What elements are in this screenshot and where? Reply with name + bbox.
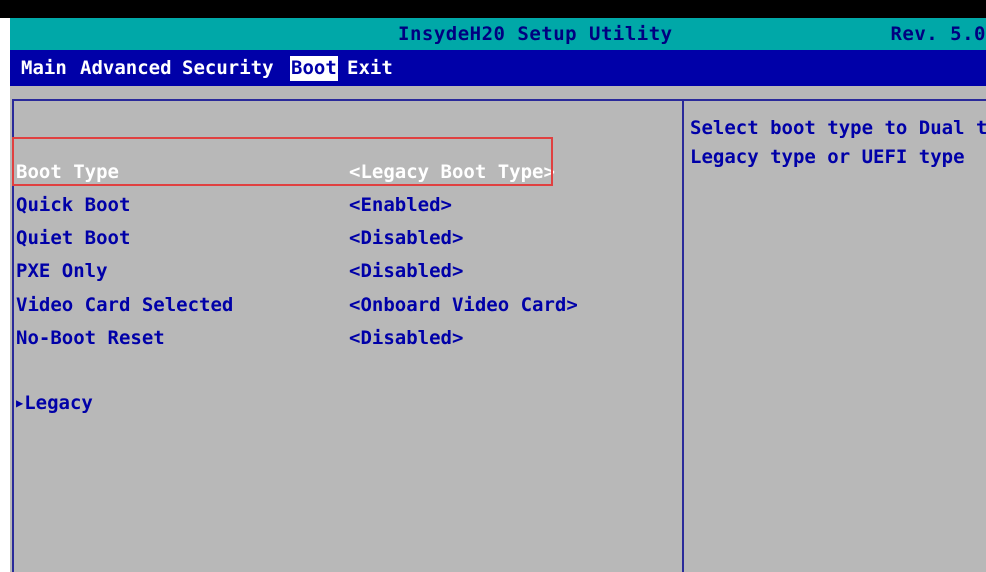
setting-video-card-selected[interactable]: Video Card Selected <Onboard Video Card> <box>16 290 676 320</box>
setting-label: PXE Only <box>16 260 108 282</box>
frame-left-border <box>12 99 14 572</box>
screen-top-border <box>0 0 986 18</box>
menu-main[interactable]: Main <box>20 57 68 79</box>
setting-no-boot-reset[interactable]: No-Boot Reset <Disabled> <box>16 323 676 353</box>
setting-value[interactable]: <Legacy Boot Type> <box>349 161 555 183</box>
help-text-line: Legacy type or UEFI type <box>690 146 965 168</box>
submenu-legacy[interactable]: ▶Legacy <box>16 392 93 422</box>
setting-label: Quick Boot <box>16 194 131 216</box>
setting-label: Quiet Boot <box>16 227 131 249</box>
setting-label: No-Boot Reset <box>16 327 165 349</box>
frame-top-border <box>12 99 986 101</box>
setting-boot-type[interactable]: Boot Type <Legacy Boot Type> <box>16 157 676 187</box>
menu-boot[interactable]: Boot <box>290 56 338 81</box>
boot-settings-panel: Boot Type <Legacy Boot Type> Quick Boot … <box>10 86 986 572</box>
title-bar: InsydeH20 Setup Utility Rev. 5.0 <box>10 18 986 50</box>
setting-label: Video Card Selected <box>16 294 234 316</box>
help-panel: Select boot type to Dual type, Legacy ty… <box>690 114 986 172</box>
setting-quiet-boot[interactable]: Quiet Boot <Disabled> <box>16 223 676 253</box>
menu-exit[interactable]: Exit <box>346 57 394 79</box>
setting-value[interactable]: <Disabled> <box>349 327 463 349</box>
setting-quick-boot[interactable]: Quick Boot <Enabled> <box>16 190 676 220</box>
setting-value[interactable]: <Enabled> <box>349 194 452 216</box>
submenu-arrow-icon: ▶ <box>16 396 24 410</box>
app-title: InsydeH20 Setup Utility <box>398 23 673 45</box>
setting-value[interactable]: <Disabled> <box>349 260 463 282</box>
revision-label: Rev. 5.0 <box>890 23 986 45</box>
setting-pxe-only[interactable]: PXE Only <Disabled> <box>16 256 676 286</box>
menu-security[interactable]: Security <box>181 57 275 79</box>
menu-bar: Main Advanced Security Boot Exit <box>10 50 986 86</box>
setting-value[interactable]: <Onboard Video Card> <box>349 294 578 316</box>
help-text-line: Select boot type to Dual type, <box>690 117 986 139</box>
help-panel-divider <box>682 99 684 572</box>
setting-value[interactable]: <Disabled> <box>349 227 463 249</box>
setting-label: Boot Type <box>16 161 119 183</box>
submenu-label: Legacy <box>24 392 93 414</box>
menu-advanced[interactable]: Advanced <box>79 57 173 79</box>
